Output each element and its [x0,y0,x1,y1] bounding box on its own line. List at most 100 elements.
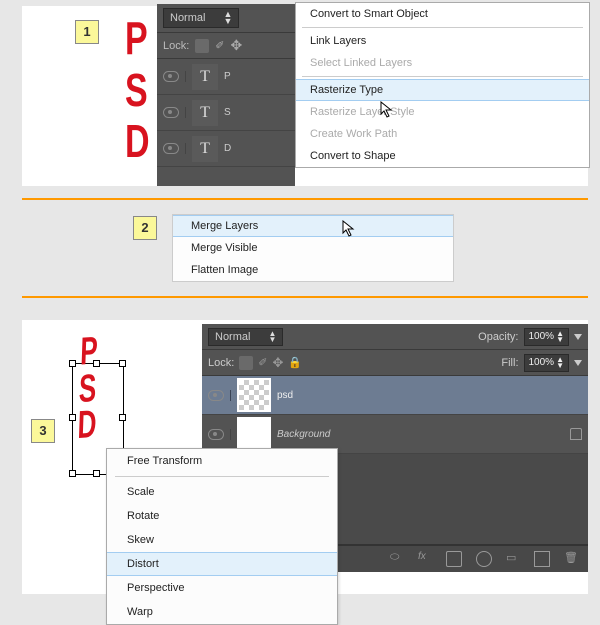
visibility-toggle[interactable] [202,390,231,401]
layer-row-d[interactable]: T D [157,131,295,167]
select-arrows-icon: ▲▼ [223,11,232,25]
layers-panel-1: Normal ▲▼ Lock: ✐ ✥ T P T S T D [157,4,295,186]
transform-handle[interactable] [119,360,126,367]
fill-label: Fill: [501,357,518,369]
eye-icon [163,143,179,154]
spin-arrows-icon: ▲▼ [556,331,564,343]
select-arrows-icon: ▲▼ [268,331,276,343]
layer-thumb-transparent [237,378,271,412]
menu-rasterize-style: Rasterize Layer Style [296,101,589,123]
eye-icon [163,71,179,82]
layer-name: D [224,143,231,154]
visibility-toggle[interactable] [157,107,186,118]
psd-letter-p: P [125,14,150,65]
layer-thumb-white [237,417,271,451]
layer-row-p[interactable]: T P [157,59,295,95]
blend-mode-select[interactable]: Normal ▲▼ [163,8,239,28]
menu-select-linked: Select Linked Layers [296,52,589,74]
visibility-toggle[interactable] [202,429,231,440]
lock-move-icon[interactable]: ✥ [273,355,284,371]
menu-merge-visible[interactable]: Merge Visible [173,237,453,259]
dropdown-icon[interactable] [574,334,582,340]
fill-value: 100% [529,357,555,368]
psd-letter-d: D [125,117,150,168]
psd-letter-s: S [125,65,150,116]
menu-distort[interactable]: Distort [107,552,337,576]
layer-name: psd [277,390,293,401]
menu-link-layers[interactable]: Link Layers [296,30,589,52]
menu-merge-layers[interactable]: Merge Layers [173,215,453,237]
new-layer-icon[interactable] [534,551,550,567]
transform-handle[interactable] [93,470,100,477]
spin-arrows-icon: ▲▼ [556,357,564,369]
lock-transparent-icon[interactable] [239,356,253,370]
eye-icon [208,429,224,440]
menu-rasterize-type[interactable]: Rasterize Type [296,79,589,101]
move-icon[interactable]: ✥ [231,37,243,54]
layer-name: S [224,107,231,118]
menu-convert-smart[interactable]: Convert to Smart Object [296,3,589,25]
menu-warp[interactable]: Warp [107,600,337,624]
folder-icon[interactable]: ▭ [506,551,520,565]
divider-1 [22,198,588,200]
type-thumb-icon: T [192,136,218,162]
panel3-row1: Normal ▲▼ Opacity: 100%▲▼ [202,324,588,350]
psd-letter-d: D [77,406,97,444]
context-menu-2: Merge Layers Merge Visible Flatten Image [172,214,454,282]
lock-icon-1[interactable] [195,39,209,53]
blend-mode-value: Normal [215,331,250,343]
layers-list-1: T P T S T D [157,59,295,167]
lock-icon [570,428,582,440]
visibility-toggle[interactable] [157,143,186,154]
adjustment-icon[interactable] [476,551,492,567]
transform-menu: Free Transform Scale Rotate Skew Distort… [106,448,338,625]
opacity-label: Opacity: [478,331,518,343]
context-menu-1: Convert to Smart Object Link Layers Sele… [295,2,590,168]
psd-text-1: P S D [125,14,150,168]
lock-brush-icon[interactable]: ✐ [258,356,267,369]
blend-mode-value: Normal [170,12,205,24]
opacity-value: 100% [529,331,555,342]
layer-name: P [224,71,231,82]
layer-name: Background [277,429,330,440]
menu-create-work-path: Create Work Path [296,123,589,145]
eye-icon [163,107,179,118]
transform-handle[interactable] [69,414,76,421]
menu-sep [302,27,583,28]
layer-psd[interactable]: psd [202,376,588,415]
menu-perspective[interactable]: Perspective [107,576,337,600]
menu-scale[interactable]: Scale [107,480,337,504]
panel3-row2: Lock: ✐ ✥ 🔒 Fill: 100%▲▼ [202,350,588,376]
mask-icon[interactable] [446,551,462,567]
lock-label: Lock: [208,357,234,369]
eye-icon [208,390,224,401]
opacity-spin[interactable]: 100%▲▼ [524,328,570,346]
type-thumb-icon: T [192,100,218,126]
fill-spin[interactable]: 100%▲▼ [524,354,570,372]
trash-icon[interactable]: 🗑 [564,551,578,565]
menu-flatten[interactable]: Flatten Image [173,259,453,281]
lock-row: Lock: ✐ ✥ [157,33,295,59]
blend-mode-row: Normal ▲▼ [157,4,295,33]
layer-row-s[interactable]: T S [157,95,295,131]
step-1-marker: 1 [75,20,99,44]
fx-icon[interactable]: fx [418,551,432,565]
transform-handle[interactable] [69,360,76,367]
step-3-marker: 3 [31,419,55,443]
brush-icon[interactable]: ✐ [215,39,224,52]
menu-free-transform[interactable]: Free Transform [107,449,337,473]
divider-2 [22,296,588,298]
link-icon[interactable]: ⬭ [390,551,404,565]
lock-all-icon[interactable]: 🔒 [288,356,302,369]
step-2-marker: 2 [133,216,157,240]
lock-label: Lock: [163,40,189,52]
transform-handle[interactable] [119,414,126,421]
menu-rotate[interactable]: Rotate [107,504,337,528]
dropdown-icon[interactable] [574,360,582,366]
menu-sep [115,476,329,477]
menu-convert-shape[interactable]: Convert to Shape [296,145,589,167]
menu-skew[interactable]: Skew [107,528,337,552]
visibility-toggle[interactable] [157,71,186,82]
blend-mode-select[interactable]: Normal ▲▼ [208,328,283,346]
transform-handle[interactable] [69,470,76,477]
